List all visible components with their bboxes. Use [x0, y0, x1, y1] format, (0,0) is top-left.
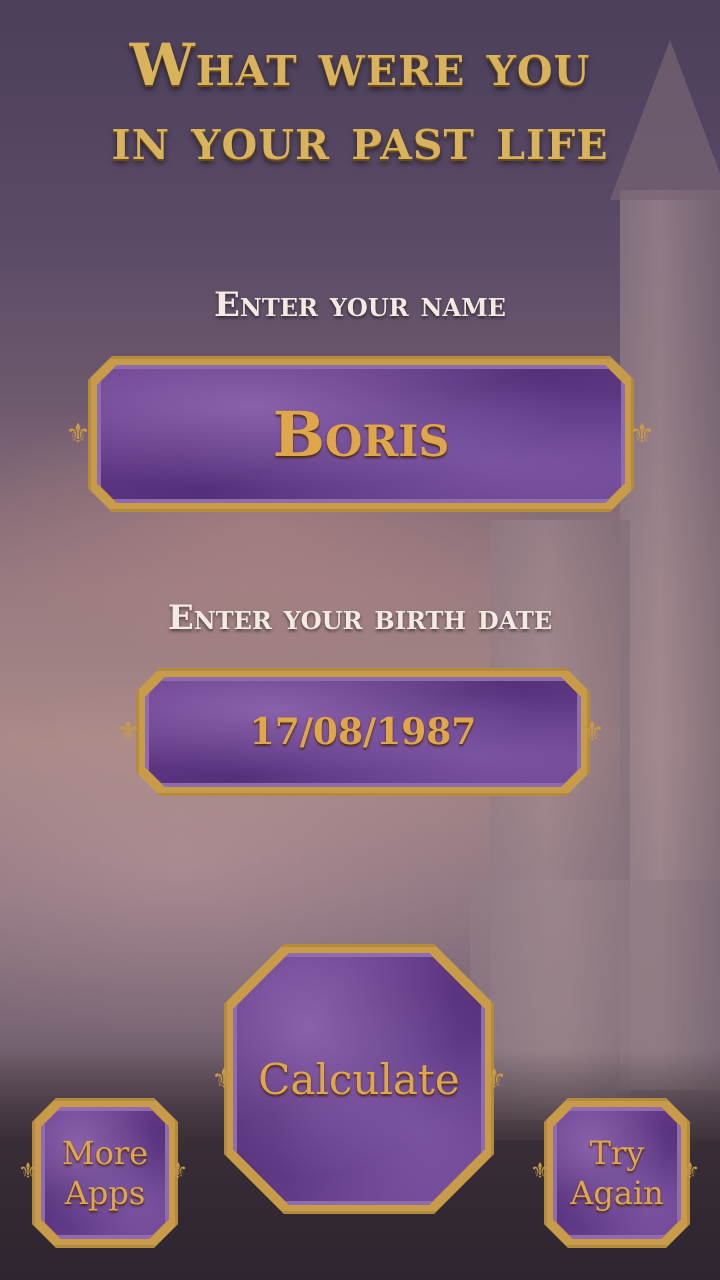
- try-again-label-line-1: Try: [589, 1134, 645, 1172]
- fleur-de-lis-icon: ⚜: [168, 1159, 188, 1184]
- name-field-frame[interactable]: Boris ⚜ ⚜: [65, 356, 655, 512]
- more-apps-label-line-2: Apps: [64, 1174, 146, 1212]
- fleur-de-lis-icon: ⚜: [115, 715, 141, 748]
- name-field[interactable]: Boris: [273, 398, 450, 471]
- try-again-button[interactable]: Try Again ⚜ ⚜: [530, 1098, 700, 1246]
- birth-date-field-frame[interactable]: 17/08/1987 ⚜ ⚜: [115, 668, 605, 796]
- fleur-de-lis-icon: ⚜: [530, 1159, 550, 1184]
- try-again-label-line-2: Again: [570, 1174, 664, 1212]
- birth-date-field[interactable]: 17/08/1987: [250, 711, 477, 753]
- calculate-button[interactable]: Calculate ⚜ ⚜: [211, 944, 507, 1214]
- fleur-de-lis-icon: ⚜: [18, 1159, 38, 1184]
- fleur-de-lis-icon: ⚜: [481, 1062, 507, 1095]
- name-label: Enter your name: [214, 285, 506, 325]
- fleur-de-lis-icon: ⚜: [211, 1062, 237, 1095]
- fleur-de-lis-icon: ⚜: [65, 417, 91, 450]
- fleur-de-lis-icon: ⚜: [579, 715, 605, 748]
- fleur-de-lis-icon: ⚜: [629, 417, 655, 450]
- more-apps-label-line-1: More: [61, 1134, 149, 1172]
- title-line-2: in your past life: [111, 105, 609, 173]
- title-line-1: What were you: [129, 31, 591, 99]
- calculate-label: Calculate: [258, 1054, 460, 1104]
- fleur-de-lis-icon: ⚜: [680, 1159, 700, 1184]
- birth-date-label: Enter your birth date: [167, 598, 553, 638]
- page-title: What were you in your past life: [0, 28, 720, 176]
- more-apps-button[interactable]: More Apps ⚜ ⚜: [18, 1098, 188, 1246]
